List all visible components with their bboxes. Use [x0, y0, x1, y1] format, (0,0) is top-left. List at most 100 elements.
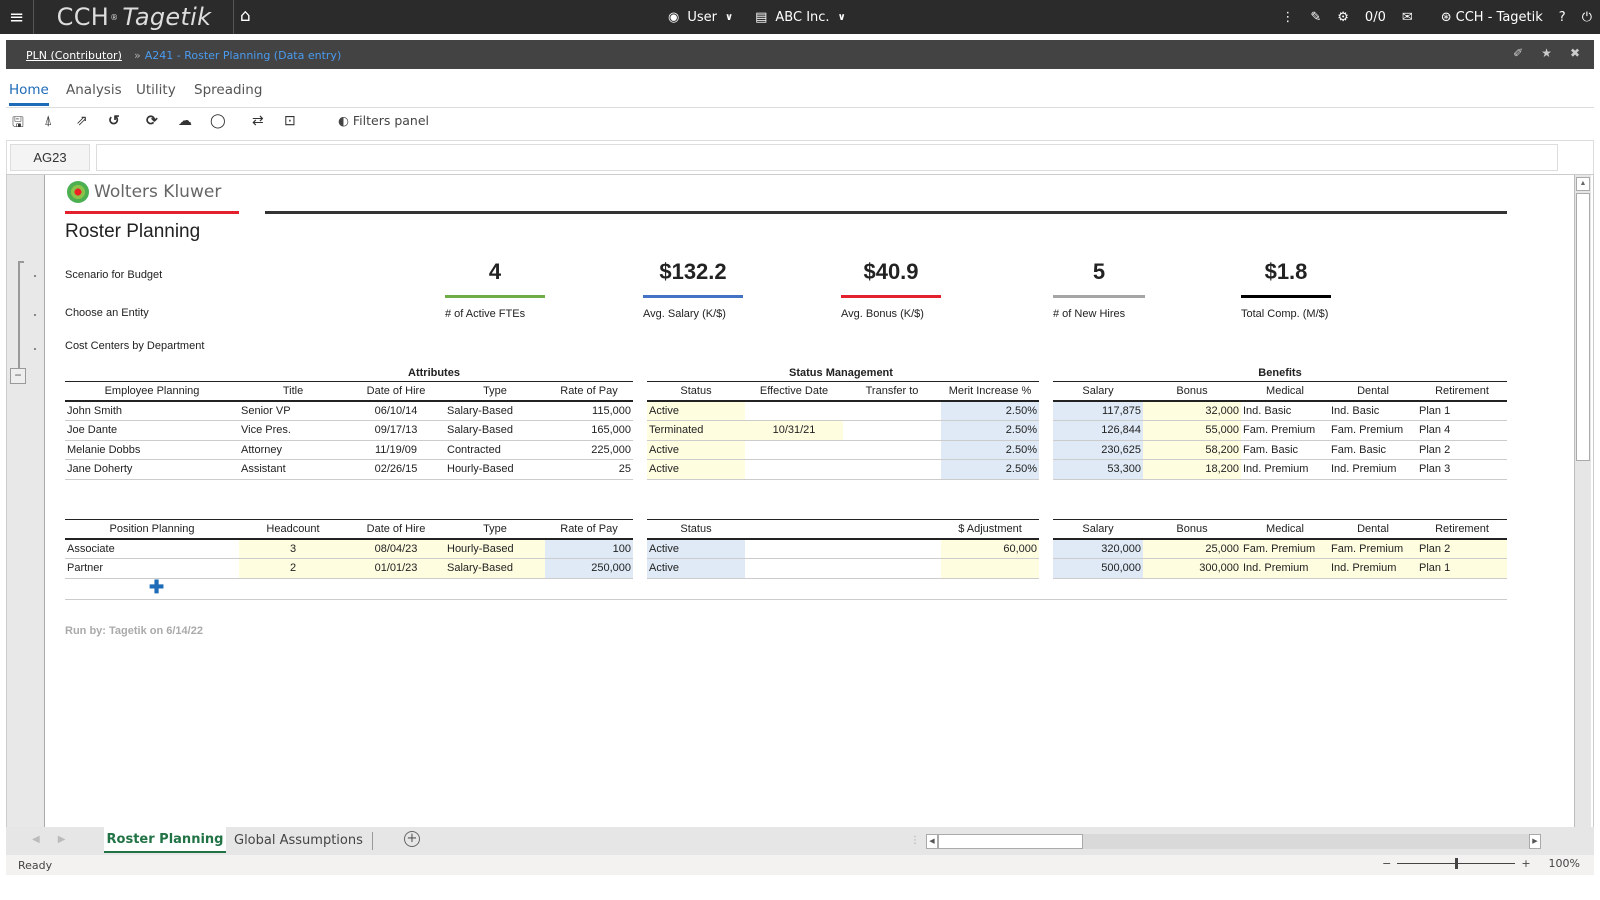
table-cell[interactable]: Fam. Premium — [1329, 420, 1417, 441]
table-cell[interactable]: John Smith — [65, 401, 239, 421]
tools-icon[interactable]: ✎ — [1310, 10, 1321, 25]
horizontal-scroll-thumb[interactable] — [938, 834, 1083, 849]
table-cell[interactable]: 126,844 — [1053, 420, 1143, 441]
process-icon[interactable]: ⚙ — [1337, 10, 1349, 25]
scroll-right-icon[interactable]: ▶ — [1529, 834, 1541, 849]
table-cell[interactable]: 06/10/14 — [347, 401, 445, 421]
undo-icon[interactable]: ↺ — [108, 112, 120, 129]
table-cell[interactable]: Ind. Basic — [1329, 401, 1417, 421]
table-cell[interactable]: Plan 1 — [1417, 558, 1507, 579]
table-cell[interactable]: 32,000 — [1143, 401, 1241, 421]
add-sheet-icon[interactable]: + — [404, 831, 420, 847]
table-cell[interactable]: Plan 1 — [1417, 401, 1507, 421]
table-cell[interactable]: Plan 3 — [1417, 459, 1507, 480]
table-cell[interactable]: Ind. Basic — [1241, 401, 1329, 421]
table-cell[interactable]: 300,000 — [1143, 558, 1241, 579]
filter-cost-centers[interactable]: Cost Centers by Department — [65, 340, 204, 352]
table-cell[interactable]: 01/01/23 — [347, 558, 445, 579]
formula-input[interactable] — [96, 144, 1558, 171]
refresh-icon[interactable]: ⟳ — [146, 112, 158, 129]
splitter-handle[interactable]: ⋮ — [910, 835, 920, 846]
table-cell[interactable] — [745, 539, 843, 559]
table-cell[interactable]: Fam. Premium — [1329, 539, 1417, 559]
table-cell[interactable]: Contracted — [445, 440, 545, 460]
table-cell[interactable]: Salary-Based — [445, 401, 545, 421]
table-cell[interactable] — [843, 459, 941, 480]
table-cell[interactable]: 165,000 — [545, 420, 633, 441]
table-cell[interactable]: Active — [647, 539, 745, 559]
table-cell[interactable]: Vice Pres. — [239, 420, 347, 441]
zoom-slider[interactable] — [1397, 858, 1516, 869]
table-cell[interactable]: Salary-Based — [445, 420, 545, 441]
table-cell[interactable]: 3 — [239, 539, 347, 559]
scroll-left-icon[interactable]: ◀ — [926, 834, 938, 849]
table-cell[interactable]: Plan 2 — [1417, 539, 1507, 559]
chevron-down-icon[interactable]: ∨ — [725, 12, 733, 23]
table-cell[interactable]: 2.50% — [941, 459, 1039, 480]
tab-analysis[interactable]: Analysis — [66, 82, 122, 98]
table-cell[interactable]: 225,000 — [545, 440, 633, 460]
table-cell[interactable]: Active — [647, 459, 745, 480]
close-icon[interactable]: ✖ — [1570, 46, 1580, 60]
comments-icon[interactable]: ☁ — [178, 112, 192, 129]
table-cell[interactable]: Ind. Premium — [1241, 459, 1329, 480]
save-icon[interactable]: 🖫 — [12, 112, 24, 136]
menu-icon[interactable]: ≡ — [0, 0, 34, 34]
table-cell[interactable]: Terminated — [647, 420, 745, 441]
home-icon[interactable]: ⌂ — [240, 6, 251, 26]
table-cell[interactable]: 18,200 — [1143, 459, 1241, 480]
table-cell[interactable]: 2.50% — [941, 440, 1039, 460]
horizontal-scrollbar[interactable]: ◀ ▶ — [926, 834, 1541, 849]
table-cell[interactable]: Ind. Premium — [1329, 558, 1417, 579]
table-cell[interactable]: Associate — [65, 539, 239, 559]
table-cell[interactable]: 10/31/21 — [745, 420, 843, 441]
filter-scenario[interactable]: Scenario for Budget — [65, 269, 162, 281]
table-cell[interactable]: 100 — [545, 539, 633, 559]
sheet-tab-global-assumptions[interactable]: Global Assumptions — [234, 833, 363, 848]
table-cell[interactable] — [745, 440, 843, 460]
tab-home[interactable]: Home — [9, 82, 49, 106]
table-cell[interactable]: Hourly-Based — [445, 459, 545, 480]
table-cell[interactable]: 53,300 — [1053, 459, 1143, 480]
table-cell[interactable]: Hourly-Based — [445, 539, 545, 559]
table-cell[interactable]: Assistant — [239, 459, 347, 480]
table-cell[interactable]: Joe Dante — [65, 420, 239, 441]
table-cell[interactable]: 2.50% — [941, 420, 1039, 441]
table-cell[interactable]: Melanie Dobbs — [65, 440, 239, 460]
table-cell[interactable]: Plan 4 — [1417, 420, 1507, 441]
table-cell[interactable]: 115,000 — [545, 401, 633, 421]
user-selector[interactable]: User — [687, 10, 717, 25]
table-cell[interactable]: 02/26/15 — [347, 459, 445, 480]
table-cell[interactable] — [745, 401, 843, 421]
table-cell[interactable] — [843, 558, 941, 579]
table-cell[interactable]: Salary-Based — [445, 558, 545, 579]
table-cell[interactable] — [843, 401, 941, 421]
table-cell[interactable]: Active — [647, 440, 745, 460]
zoom-slider-knob[interactable] — [1455, 858, 1459, 869]
export-icon[interactable]: ⍋ — [44, 112, 52, 129]
notification-counter[interactable]: 0/0 — [1365, 10, 1386, 25]
filters-panel-toggle[interactable]: ◐ Filters panel — [338, 113, 429, 128]
share-icon[interactable]: ⇗ — [76, 112, 88, 129]
table-cell[interactable]: 320,000 — [1053, 539, 1143, 559]
vertical-scrollbar[interactable]: ▲ ▼ — [1574, 175, 1591, 847]
pin-icon[interactable]: ✐ — [1513, 46, 1523, 60]
table-cell[interactable]: 58,200 — [1143, 440, 1241, 460]
cell-reference-box[interactable]: AG23 — [10, 144, 90, 171]
table-cell[interactable]: Fam. Premium — [1241, 539, 1329, 559]
table-cell[interactable]: Fam. Premium — [1241, 420, 1329, 441]
table-cell[interactable]: Ind. Premium — [1241, 558, 1329, 579]
table-cell[interactable] — [745, 459, 843, 480]
table-cell[interactable]: 117,875 — [1053, 401, 1143, 421]
table-cell[interactable]: 500,000 — [1053, 558, 1143, 579]
table-cell[interactable] — [745, 558, 843, 579]
table-cell[interactable] — [843, 539, 941, 559]
zoom-in-icon[interactable]: + — [1521, 857, 1530, 870]
table-cell[interactable]: 08/04/23 — [347, 539, 445, 559]
table-cell[interactable]: 11/19/09 — [347, 440, 445, 460]
sheet-nav-arrows[interactable]: ◀▶ — [32, 834, 83, 845]
more-vert-icon[interactable]: ⋮ — [1281, 10, 1294, 25]
table-cell[interactable]: Plan 2 — [1417, 440, 1507, 460]
screenshot-icon[interactable]: ⊡ — [284, 112, 296, 129]
table-cell[interactable] — [843, 420, 941, 441]
